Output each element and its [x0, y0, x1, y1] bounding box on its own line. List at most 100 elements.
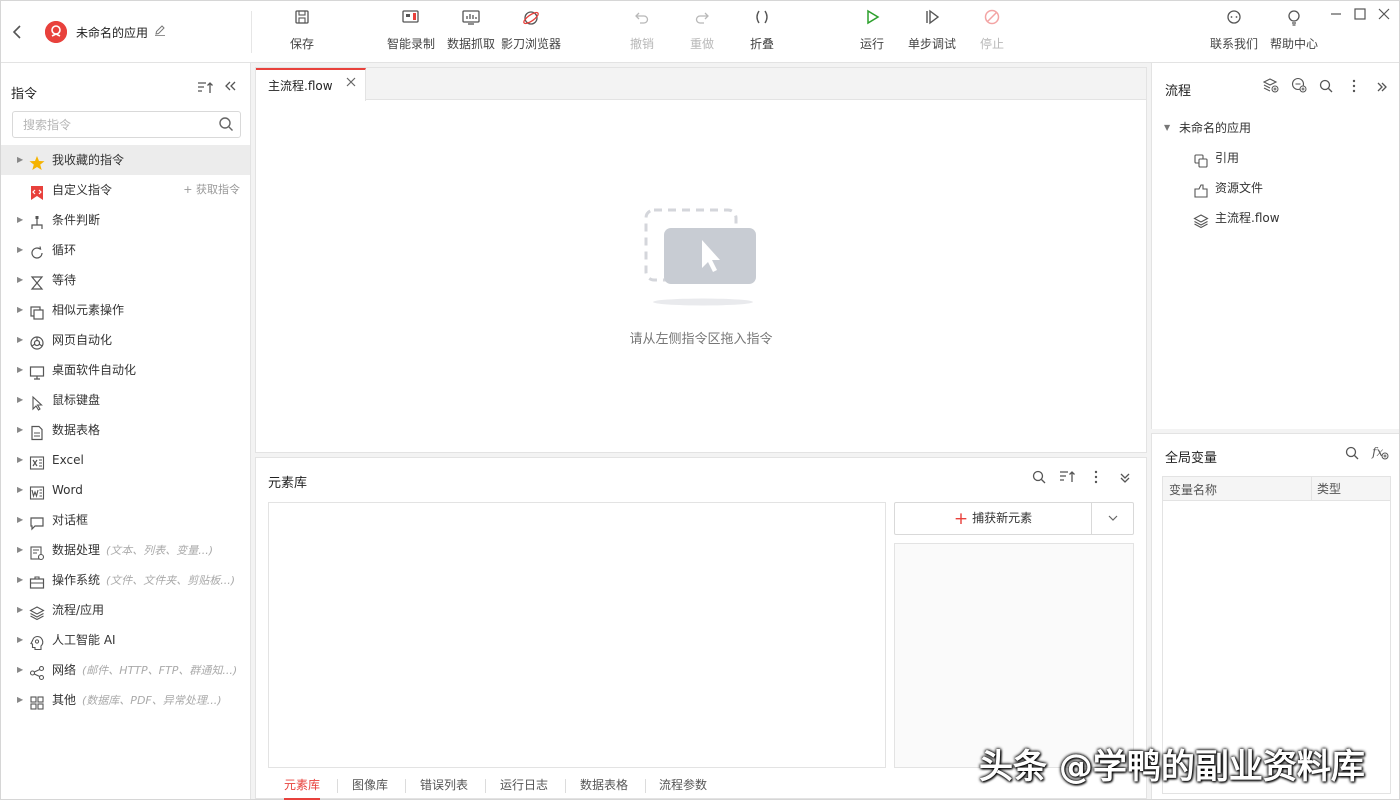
undo-icon [612, 9, 672, 31]
element-list [268, 502, 886, 768]
command-web-automation[interactable]: ▶ 网页自动化 [1, 325, 250, 355]
more-vertical-icon[interactable] [1085, 470, 1107, 488]
caret-right-icon[interactable]: ▶ [17, 145, 23, 175]
tab-run-log[interactable]: 运行日志 [500, 772, 548, 800]
command-other[interactable]: ▶ 其他 (数据库、PDF、异常处理...) [1, 685, 250, 715]
data-scrape-button[interactable]: 数据抓取 [441, 9, 501, 55]
maximize-icon[interactable] [1349, 7, 1371, 27]
command-ai[interactable]: ▶ 人工智能 AI [1, 625, 250, 655]
caret-right-icon[interactable]: ▶ [17, 205, 23, 235]
caret-right-icon[interactable]: ▶ [17, 355, 23, 385]
caret-right-icon[interactable]: ▶ [17, 685, 23, 715]
command-process-app[interactable]: ▶ 流程/应用 [1, 595, 250, 625]
get-commands-link[interactable]: + 获取指令 [183, 175, 240, 205]
caret-down-icon[interactable]: ▼ [1164, 113, 1170, 143]
caret-right-icon[interactable]: ▶ [17, 595, 23, 625]
step-debug-button[interactable]: 单步调试 [902, 9, 962, 55]
editor-tabstrip: 主流程.flow [256, 68, 1146, 101]
command-data-table[interactable]: ▶ 数据表格 [1, 415, 250, 445]
sort-icon[interactable] [197, 81, 213, 99]
command-search-box [12, 111, 241, 138]
collapse-down-icon[interactable] [1114, 472, 1136, 488]
browser-icon [501, 9, 561, 31]
command-operating-system[interactable]: ▶ 操作系统 (文件、文件夹、剪贴板...) [1, 565, 250, 595]
caret-right-icon[interactable]: ▶ [17, 475, 23, 505]
caret-right-icon[interactable]: ▶ [17, 295, 23, 325]
command-dialog[interactable]: ▶ 对话框 [1, 505, 250, 535]
toolbar-divider [251, 11, 252, 53]
collapse-right-icon[interactable] [1371, 81, 1393, 97]
caret-right-icon[interactable]: ▶ [17, 625, 23, 655]
tab-flow-params[interactable]: 流程参数 [659, 772, 707, 800]
add-variable-fx-icon[interactable]: fx [1369, 444, 1391, 464]
add-module-icon[interactable] [1288, 77, 1310, 97]
collapse-left-icon[interactable] [223, 79, 237, 97]
save-button[interactable]: 保存 [272, 9, 332, 55]
close-window-icon[interactable] [1373, 7, 1395, 27]
search-icon[interactable] [1315, 79, 1337, 97]
caret-right-icon[interactable]: ▶ [17, 415, 23, 445]
command-network[interactable]: ▶ 网络 (邮件、HTTP、FTP、群通知...) [1, 655, 250, 685]
stop-button[interactable]: 停止 [962, 9, 1022, 55]
play-icon [842, 9, 902, 31]
close-tab-icon[interactable] [346, 76, 356, 90]
search-icon[interactable] [1341, 446, 1363, 464]
command-word[interactable]: ▶ Word [1, 475, 250, 505]
command-loop[interactable]: ▶ 循环 [1, 235, 250, 265]
command-condition[interactable]: ▶ 条件判断 [1, 205, 250, 235]
help-icon [1264, 9, 1324, 31]
command-search-input[interactable] [13, 112, 208, 137]
caret-right-icon[interactable]: ▶ [17, 505, 23, 535]
caret-right-icon[interactable]: ▶ [17, 565, 23, 595]
tab-image-library[interactable]: 图像库 [352, 772, 388, 800]
command-mouse-keyboard[interactable]: ▶ 鼠标键盘 [1, 385, 250, 415]
caret-right-icon[interactable]: ▶ [17, 325, 23, 355]
tab-element-library[interactable]: 元素库 [284, 772, 321, 800]
tree-item-resource-files[interactable]: 资源文件 [1152, 173, 1398, 203]
smart-record-button[interactable]: 智能录制 [381, 9, 441, 55]
command-similar-elements[interactable]: ▶ 相似元素操作 [1, 295, 250, 325]
redo-button[interactable]: 重做 [672, 9, 732, 55]
caret-right-icon[interactable]: ▶ [17, 445, 23, 475]
tree-item-reference[interactable]: 引用 [1152, 143, 1398, 173]
command-custom[interactable]: 自定义指令 + 获取指令 [1, 175, 250, 205]
run-button[interactable]: 运行 [842, 9, 902, 55]
process-panel-title: 流程 [1165, 84, 1192, 99]
tree-root-app[interactable]: ▼ 未命名的应用 [1152, 113, 1398, 143]
undo-button[interactable]: 撤销 [612, 9, 672, 55]
edit-title-icon[interactable] [154, 24, 166, 39]
caret-right-icon[interactable]: ▶ [17, 385, 23, 415]
tab-main-flow[interactable]: 主流程.flow [256, 68, 366, 101]
caret-right-icon[interactable]: ▶ [17, 655, 23, 685]
sort-icon[interactable] [1056, 470, 1078, 488]
minimize-icon[interactable] [1325, 7, 1347, 27]
grid-icon [29, 692, 45, 710]
tab-data-table[interactable]: 数据表格 [580, 772, 628, 800]
help-center-button[interactable]: 帮助中心 [1264, 9, 1324, 55]
add-flow-icon[interactable] [1260, 77, 1282, 97]
caret-right-icon[interactable]: ▶ [17, 535, 23, 565]
command-favorites[interactable]: ▶ 我收藏的指令 [1, 145, 250, 175]
search-icon[interactable] [1028, 470, 1050, 488]
command-desktop-automation[interactable]: ▶ 桌面软件自动化 [1, 355, 250, 385]
fold-button[interactable]: 折叠 [732, 9, 792, 55]
more-vertical-icon[interactable] [1343, 79, 1365, 97]
browser-button[interactable]: 影刀浏览器 [501, 9, 561, 55]
command-excel[interactable]: ▶ Excel [1, 445, 250, 475]
capture-dropdown-button[interactable] [1092, 502, 1134, 535]
command-wait[interactable]: ▶ 等待 [1, 265, 250, 295]
tree-item-main-flow[interactable]: 主流程.flow [1152, 203, 1398, 233]
tab-error-list[interactable]: 错误列表 [420, 772, 468, 800]
back-icon[interactable] [11, 23, 27, 41]
contact-us-button[interactable]: 联系我们 [1204, 9, 1264, 55]
tab-separator [645, 779, 646, 793]
word-icon [29, 482, 45, 500]
search-icon[interactable] [218, 116, 234, 132]
stop-icon [962, 9, 1022, 31]
caret-right-icon[interactable]: ▶ [17, 265, 23, 295]
process-panel: 流程 ▼ 未命名的应用 引用 资源文件 主流程.flow [1151, 63, 1399, 429]
app-window: 未命名的应用 保存 智能录制 数据抓取 影刀浏览器 撤销 重做 折叠 运行 单步… [0, 0, 1400, 800]
command-data-processing[interactable]: ▶ 数据处理 (文本、列表、变量...) [1, 535, 250, 565]
capture-new-element-button[interactable]: + 捕获新元素 [894, 502, 1092, 535]
caret-right-icon[interactable]: ▶ [17, 235, 23, 265]
